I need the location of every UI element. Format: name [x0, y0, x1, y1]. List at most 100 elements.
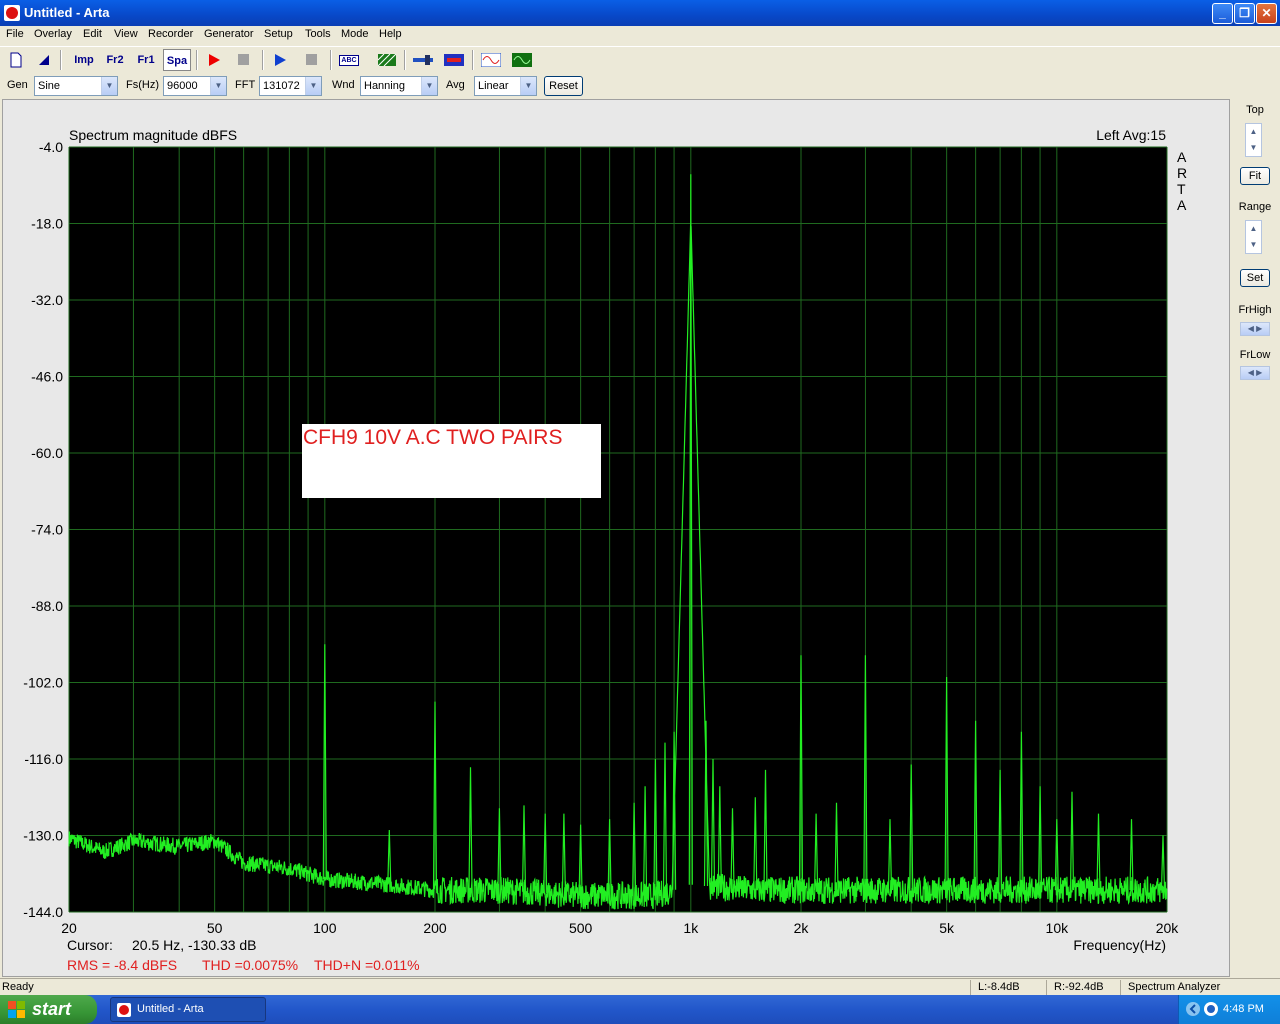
impulse-mode-button[interactable]: Imp: [70, 49, 98, 71]
spectrum-scope-icon[interactable]: [510, 49, 534, 71]
y-tick-label: -18.0: [31, 216, 63, 232]
record-stop-icon[interactable]: [232, 49, 256, 71]
chevron-down-icon[interactable]: ▼: [520, 77, 536, 95]
close-button[interactable]: ✕: [1256, 3, 1277, 24]
spectrum-plot-panel: Spectrum magnitude dBFS Left Avg:15 -4.0…: [2, 99, 1230, 977]
slider-control-icon[interactable]: [411, 49, 435, 71]
annotation-text: CFH9 10V A.C TWO PAIRS: [303, 426, 562, 449]
y-tick-label: -116.0: [24, 751, 63, 767]
generator-value: Sine: [38, 80, 61, 92]
chevron-down-icon[interactable]: ▼: [305, 77, 321, 95]
frhigh-spinner[interactable]: ◀ ▶: [1240, 322, 1270, 336]
record-play-icon[interactable]: [202, 49, 226, 71]
network-icon[interactable]: [1203, 1001, 1219, 1017]
generator-play-icon[interactable]: [268, 49, 292, 71]
menu-recorder[interactable]: Recorder: [148, 28, 193, 40]
y-axis-ticks: -4.0 -18.0 -32.0 -46.0 -60.0 -74.0 -88.0 -102.0…: [23, 139, 63, 920]
channel-info: Left Avg:15: [1096, 127, 1166, 143]
range-spinner[interactable]: ▲ ▼: [1245, 220, 1262, 254]
title-bar: Untitled - Arta _ ❐ ✕: [0, 0, 1280, 26]
arrow-left-icon[interactable]: [1185, 1001, 1201, 1017]
system-tray: 4:48 PM: [1178, 995, 1280, 1024]
status-separator: [1120, 980, 1121, 995]
menu-bar: File Overlay Edit View Recorder Generato…: [0, 26, 1280, 45]
start-button[interactable]: start: [0, 995, 97, 1024]
taskbar-item-label: Untitled - Arta: [137, 1003, 204, 1015]
level-meter-icon[interactable]: [442, 49, 466, 71]
menu-help[interactable]: Help: [379, 28, 402, 40]
status-right-level: R:-92.4dB: [1054, 981, 1104, 993]
window-select[interactable]: Hanning ▼: [360, 76, 438, 96]
restore-button[interactable]: ❐: [1234, 3, 1255, 24]
y-tick-label: -32.0: [31, 292, 63, 308]
oscilloscope-icon[interactable]: [479, 49, 503, 71]
toolbar: Imp Fr2 Fr1 Spa ABC: [0, 46, 1280, 72]
chart-title: Spectrum magnitude dBFS: [69, 127, 237, 143]
fr2-mode-button[interactable]: Fr2: [101, 49, 129, 71]
clock[interactable]: 4:48 PM: [1223, 1003, 1264, 1015]
menu-tools[interactable]: Tools: [305, 28, 331, 40]
avg-label: Avg: [446, 79, 465, 91]
thd-readout: THD =0.0075%: [202, 957, 298, 973]
fr1-mode-button[interactable]: Fr1: [132, 49, 160, 71]
chevron-up-icon[interactable]: ▲: [1246, 124, 1261, 140]
menu-view[interactable]: View: [114, 28, 138, 40]
averaging-select[interactable]: Linear ▼: [474, 76, 537, 96]
new-file-icon[interactable]: [4, 49, 28, 71]
fft-label: FFT: [235, 79, 256, 91]
cursor-arrow-icon[interactable]: [32, 49, 56, 71]
averaging-value: Linear: [478, 80, 509, 92]
range-label: Range: [1238, 201, 1272, 213]
window-label: Wnd: [332, 79, 355, 91]
chevron-down-icon[interactable]: ▼: [101, 77, 117, 95]
minimize-button[interactable]: _: [1212, 3, 1233, 24]
y-tick-label: -88.0: [31, 598, 63, 614]
menu-overlay[interactable]: Overlay: [34, 28, 72, 40]
spectrum-chart[interactable]: Spectrum magnitude dBFS Left Avg:15 -4.0…: [3, 100, 1229, 976]
thdn-readout: THD+N =0.011%: [314, 957, 420, 973]
menu-file[interactable]: File: [6, 28, 24, 40]
y-tick-label: -60.0: [31, 445, 63, 461]
menu-mode[interactable]: Mode: [341, 28, 369, 40]
taskbar: start Untitled - Arta 4:48 PM: [0, 995, 1280, 1024]
watermark-letter: R: [1177, 165, 1187, 181]
x-tick-label: 5k: [939, 920, 955, 936]
menu-edit[interactable]: Edit: [83, 28, 102, 40]
sample-rate-select[interactable]: 96000 ▼: [163, 76, 227, 96]
spectrum-mode-button[interactable]: Spa: [163, 49, 191, 71]
app-icon[interactable]: [4, 5, 20, 21]
fs-label: Fs(Hz): [126, 79, 159, 91]
abc-label-icon[interactable]: ABC: [337, 49, 361, 71]
generator-stop-icon[interactable]: [300, 49, 324, 71]
menu-setup[interactable]: Setup: [264, 28, 293, 40]
arta-watermark: A R T A: [1177, 149, 1187, 213]
chevron-down-icon[interactable]: ▼: [1246, 140, 1261, 156]
arta-app-icon: [117, 1003, 131, 1017]
fit-button[interactable]: Fit: [1240, 167, 1270, 185]
set-button[interactable]: Set: [1240, 269, 1270, 287]
frlow-spinner[interactable]: ◀ ▶: [1240, 366, 1270, 380]
right-control-panel: Top ▲ ▼ Fit Range ▲ ▼ Set FrHigh ◀ ▶ FrLow…: [1232, 99, 1280, 977]
y-tick-label: -4.0: [39, 139, 63, 155]
chevron-up-icon[interactable]: ▲: [1246, 221, 1261, 237]
y-tick-label: -144.0: [23, 904, 63, 920]
y-tick-label: -130.0: [23, 828, 63, 844]
generator-select[interactable]: Sine ▼: [34, 76, 118, 96]
toolbar-separator: [196, 50, 198, 70]
taskbar-item-arta[interactable]: Untitled - Arta: [110, 997, 266, 1022]
y-tick-label: -74.0: [31, 522, 63, 538]
menu-generator[interactable]: Generator: [204, 28, 254, 40]
watermark-letter: A: [1177, 149, 1187, 165]
toolbar-separator: [330, 50, 332, 70]
frequency-axis-label: Frequency(Hz): [1073, 937, 1166, 953]
reset-button[interactable]: Reset: [544, 76, 583, 96]
status-separator: [970, 980, 971, 995]
fft-size-select[interactable]: 131072 ▼: [259, 76, 322, 96]
top-spinner[interactable]: ▲ ▼: [1245, 123, 1262, 157]
grid-fill-icon[interactable]: [375, 49, 399, 71]
chevron-down-icon[interactable]: ▼: [1246, 237, 1261, 253]
toolbar-separator: [472, 50, 474, 70]
x-tick-label: 10k: [1046, 920, 1070, 936]
chevron-down-icon[interactable]: ▼: [210, 77, 226, 95]
chevron-down-icon[interactable]: ▼: [421, 77, 437, 95]
